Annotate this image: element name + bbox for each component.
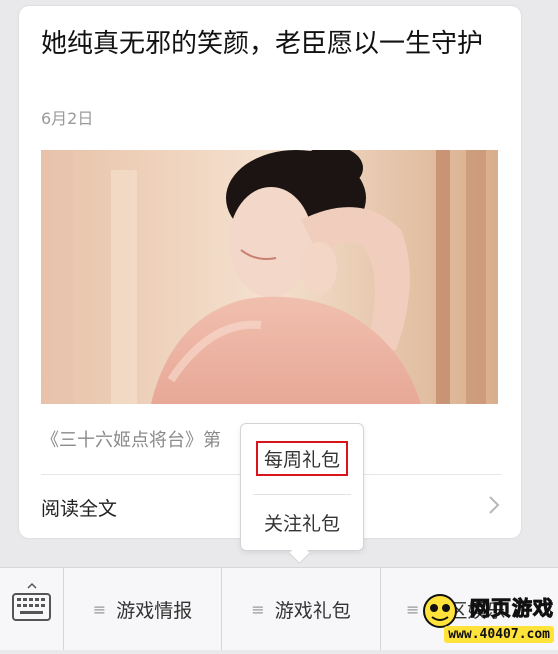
watermark-name: 网页游戏 xyxy=(470,596,554,621)
menu-item-label: 游戏情报 xyxy=(116,599,193,622)
submenu-popup: 每周礼包 关注礼包 xyxy=(240,423,364,551)
keyboard-toggle-button[interactable] xyxy=(0,568,64,650)
article-date: 6月2日 xyxy=(41,109,94,128)
menu-lines-icon: ≡ xyxy=(92,599,107,619)
submenu-item-label: 每周礼包 xyxy=(255,441,348,476)
article-title: 她纯真无邪的笑颜，老臣愿以一生守护 xyxy=(41,29,484,59)
menu-item-label: 游戏礼包 xyxy=(274,599,351,622)
cover-photo xyxy=(41,150,498,404)
chevron-right-icon[interactable] xyxy=(485,494,503,516)
mascot-icon xyxy=(423,594,457,628)
submenu-item-follow-gift[interactable]: 关注礼包 xyxy=(241,509,363,536)
submenu-divider xyxy=(253,494,351,495)
watermark-logo: 网页游戏 www.40407.com xyxy=(420,587,558,649)
watermark-url: www.40407.com xyxy=(444,626,554,643)
menu-lines-icon: ≡ xyxy=(406,599,420,619)
article-digest: 《三十六姬点将台》第 xyxy=(41,430,221,451)
menu-item-game-news[interactable]: ≡ 游戏情报 xyxy=(64,568,222,650)
read-more-link[interactable]: 阅读全文 xyxy=(41,494,117,521)
keyboard-icon xyxy=(12,582,51,621)
cover-image[interactable] xyxy=(41,150,498,404)
submenu-item-label: 关注礼包 xyxy=(263,513,340,535)
menu-lines-icon: ≡ xyxy=(251,599,265,619)
submenu-item-weekly-gift[interactable]: 每周礼包 xyxy=(241,441,363,476)
menu-item-game-gifts[interactable]: ≡ 游戏礼包 xyxy=(222,568,381,650)
